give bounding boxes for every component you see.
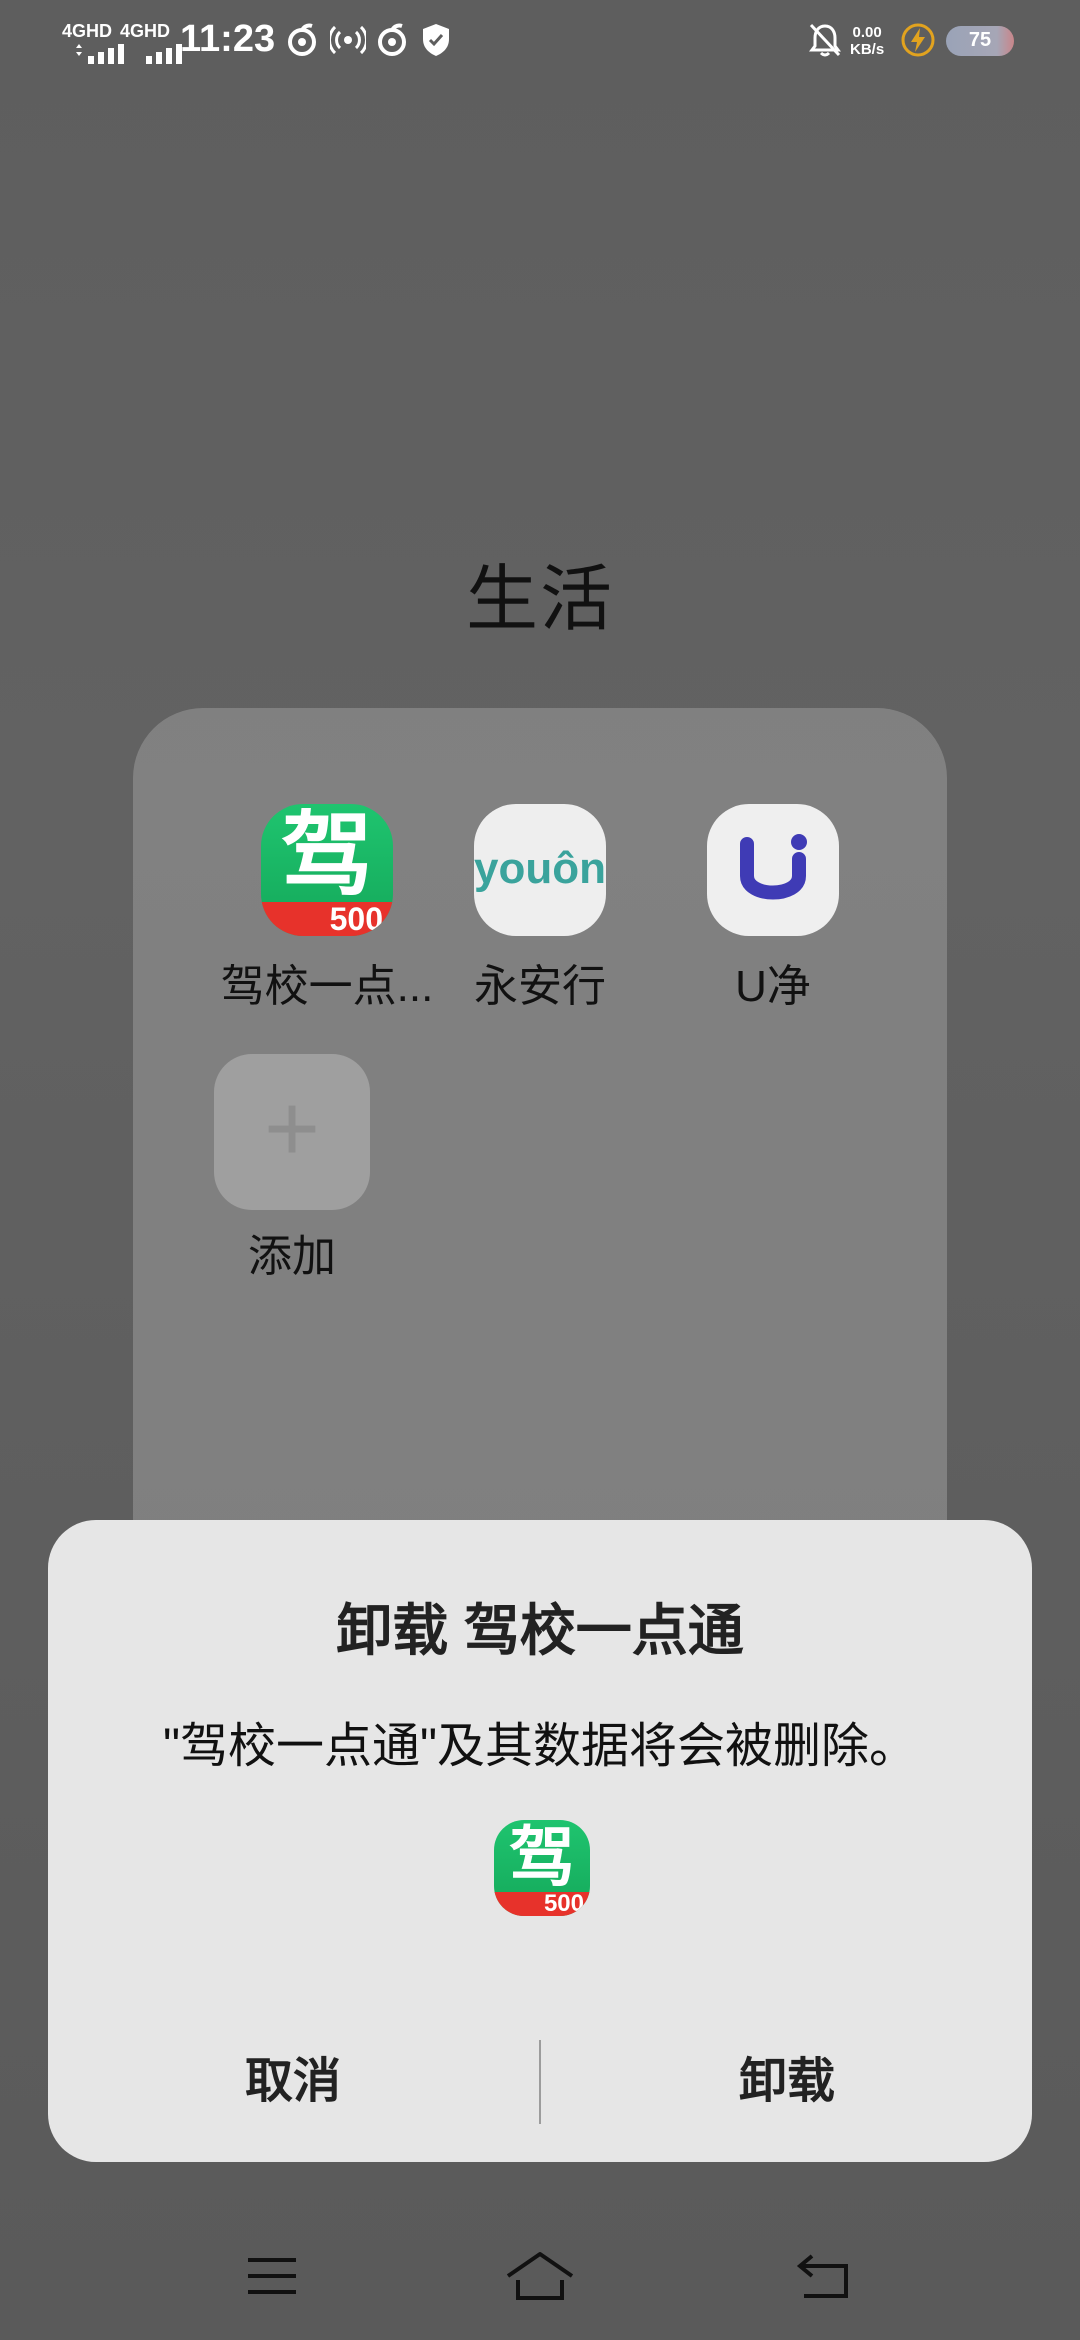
app-label: 驾校一点... [220,962,434,1011]
jiaxiao-app-icon: 驾 500 [261,804,393,936]
charging-icon [901,23,935,57]
cancel-button[interactable]: 取消 [48,2040,538,2124]
clock: 11:23 [180,18,276,60]
app-label: U净 [735,962,811,1011]
netease-music-icon [288,23,316,56]
signal-1: 4GHD [62,21,124,64]
app-jiaxiao[interactable]: 驾 500 驾校一点... [212,804,442,1014]
network-type-2: 4GHD [120,21,171,41]
add-tile: + [214,1054,370,1210]
uninstall-dialog: 卸载 驾校一点通 "驾校一点通"及其数据将会被删除。 驾 500 取消 卸载 [48,1520,1032,2162]
battery-level: 75 [968,29,992,51]
app-label: 永安行 [474,962,606,1011]
add-app-button[interactable]: + 添加 [177,1054,407,1284]
folder-title[interactable]: 生活 [0,540,1080,645]
jiaxiao-app-icon: 驾 500 [494,1820,590,1916]
button-divider [539,2040,541,2124]
uninstall-button[interactable]: 卸载 [542,2040,1032,2124]
dialog-message: "驾校一点通"及其数据将会被删除。 [162,1720,918,1773]
jiaxiao-glyph: 驾 [280,804,373,909]
app-yonganxing[interactable]: youôn 永安行 [425,804,655,1014]
folder-panel: 驾 500 驾校一点... youôn 永安行 U净 + 添加 [133,708,947,1608]
dialog-title: 卸载 驾校一点通 [336,1599,744,1662]
hotspot-icon [330,25,366,55]
plus-icon: + [263,1075,321,1182]
youon-logo-text: youôn [474,844,606,893]
menu-icon[interactable] [244,2250,300,2306]
promo-badge: 500 [494,1892,590,1916]
status-bar: 4GHD 4GHD 11:23 0.00 KB/s 75 [0,0,1080,84]
bell-off-icon [809,23,841,57]
home-icon[interactable] [504,2250,576,2306]
network-type-1: 4GHD [62,21,113,41]
app-ujing[interactable]: U净 [658,804,888,1014]
add-label: 添加 [248,1232,336,1281]
netease-music-icon [378,23,406,56]
ujing-logo-icon [740,834,807,900]
ujing-app-icon [707,804,839,936]
network-speed: 0.00 KB/s [850,24,885,58]
back-icon[interactable] [796,2250,856,2306]
shield-icon [423,24,449,56]
signal-2: 4GHD [120,21,182,64]
promo-badge: 500 [261,902,393,936]
battery-indicator: 75 [946,26,1014,56]
jiaxiao-glyph: 驾 [509,1820,575,1896]
signal-bars-icon [76,44,124,64]
youon-app-icon: youôn [474,804,606,936]
